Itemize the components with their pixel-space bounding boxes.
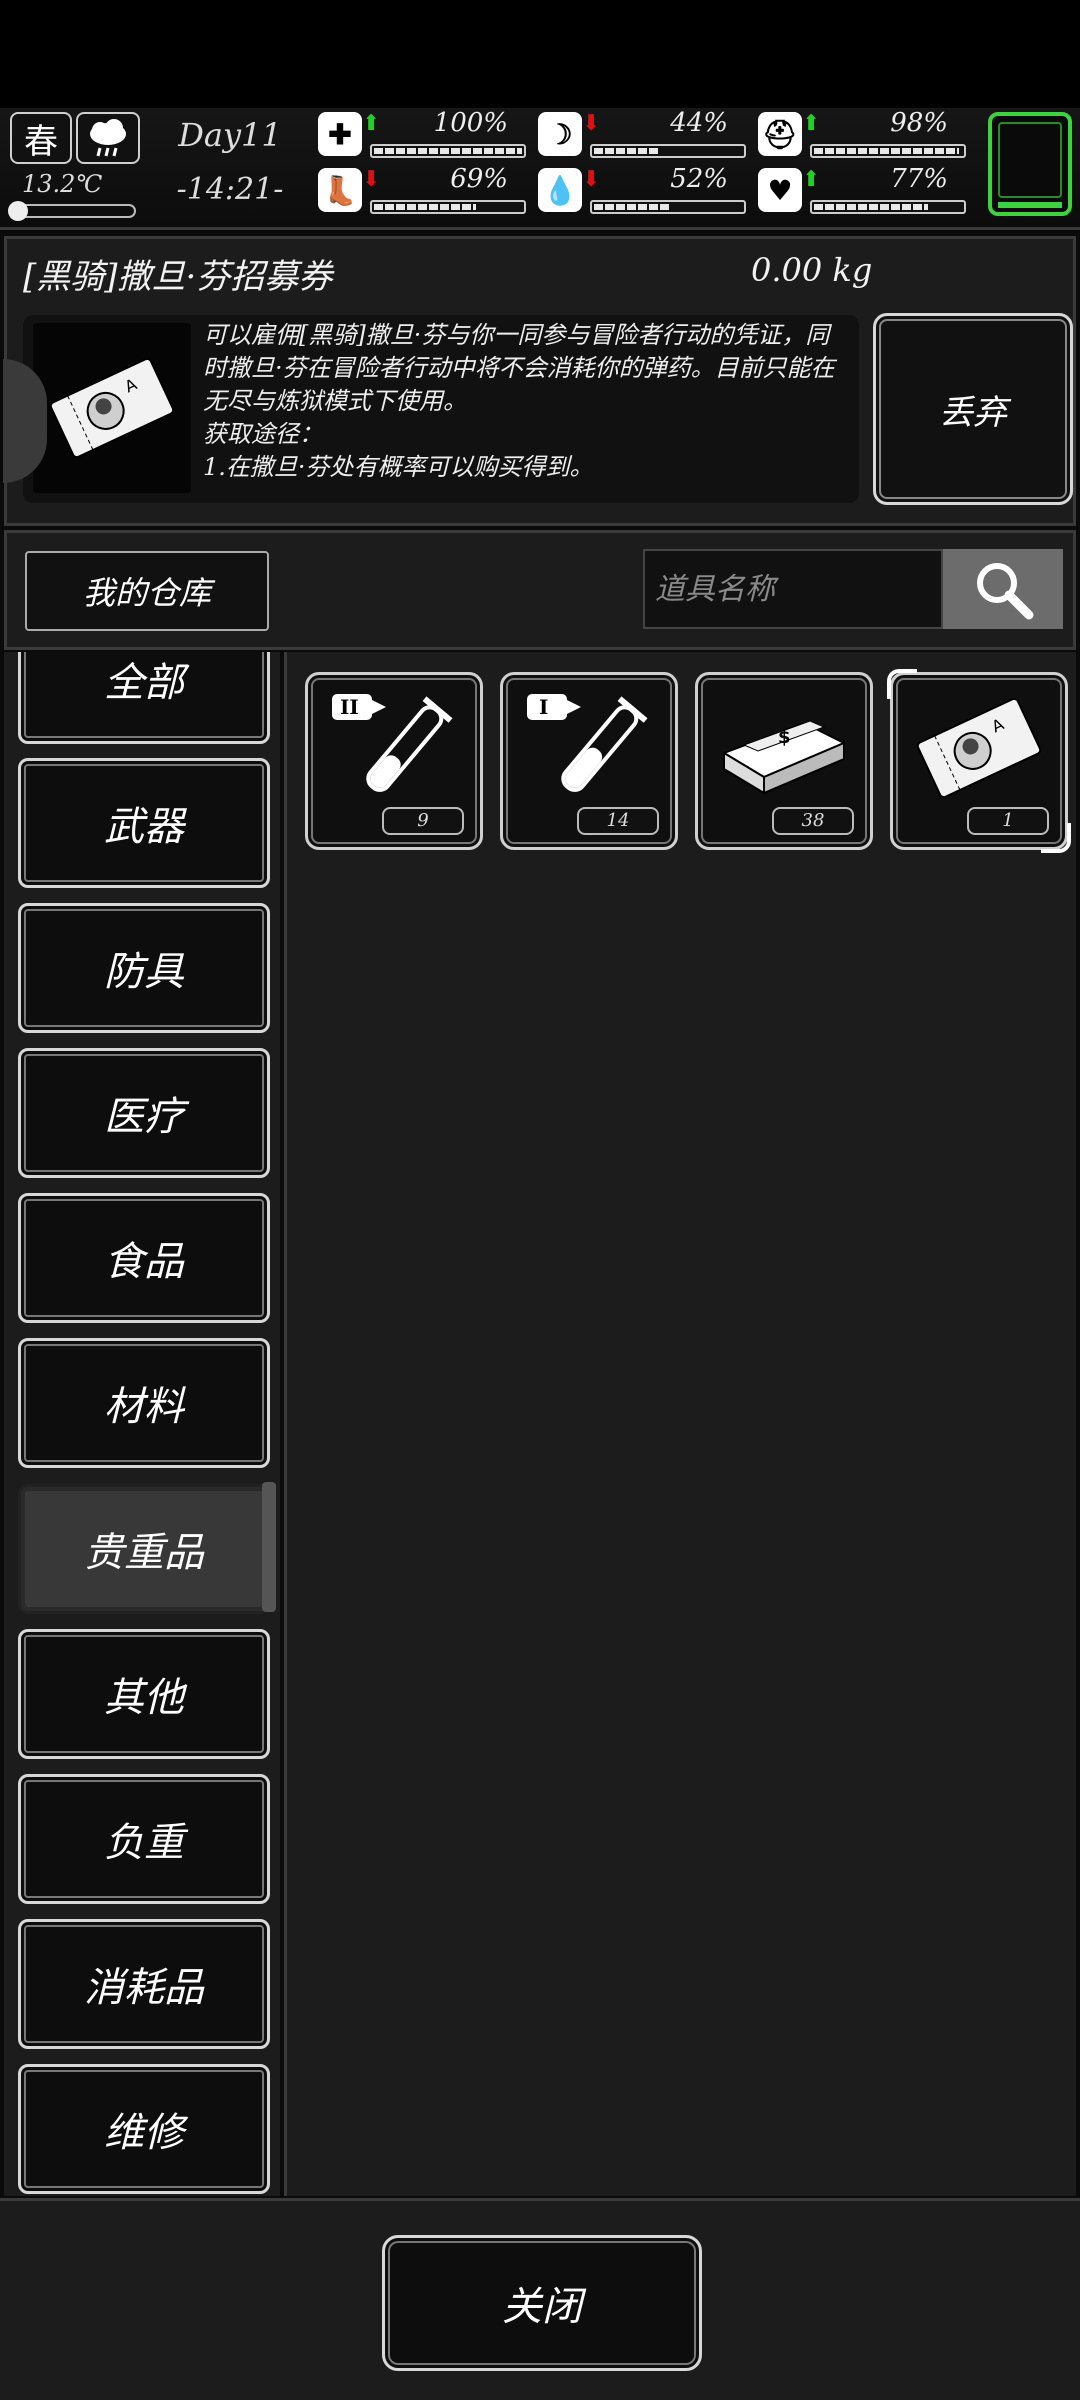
warehouse-search-row: 我的仓库 [4,530,1076,650]
category-sidebar[interactable]: 全部 武器 防具 医疗 食品 材料 贵重品 其他 负重 消耗品 维修 [4,652,280,2196]
bottom-bar: 关闭 [0,2198,1080,2400]
item-weight: 0.00 kg [751,251,873,289]
top-hud: 春 13.2℃ Day11 -14:21- ✚ ⬆ 100% ☽ ⬇ 44% ⛑… [0,108,1080,230]
stamina-percent: 69% [450,164,508,194]
mood-bar [810,200,966,214]
syringe-ii-icon: II [318,685,470,811]
item-slot[interactable]: II 9 [305,672,483,850]
item-search-input[interactable] [643,549,943,629]
ticket-icon: A [903,685,1055,811]
category-consumables[interactable]: 消耗品 [18,1919,270,2049]
boot-icon: 👢 [318,168,362,212]
item-count: 14 [577,807,659,835]
stamina-bar [370,200,526,214]
category-repair[interactable]: 维修 [18,2064,270,2194]
my-warehouse-button[interactable]: 我的仓库 [25,551,269,631]
item-count: 9 [382,807,464,835]
category-all[interactable]: 全部 [18,652,270,744]
trend-up-icon: ⬆ [802,110,821,136]
helmet-icon: ⛑ [758,112,802,156]
category-valuables[interactable]: 贵重品 [18,1484,270,1614]
stamina-stat: 👢 ⬇ 69% [318,164,528,218]
search-icon[interactable] [943,549,1063,629]
category-medical[interactable]: 医疗 [18,1048,270,1178]
trend-down-icon: ⬇ [362,166,381,192]
svg-text:II: II [340,695,359,719]
ticket-icon: A [33,323,191,493]
mood-stat: ♥ ⬆ 77% [758,164,968,218]
thirst-stat: 💧 ⬇ 52% [538,164,748,218]
item-title: [黑骑]撒旦·芬招募券 [23,257,333,297]
rain-cloud-icon [76,112,140,164]
thirst-percent: 52% [670,164,728,194]
system-status-bar [0,0,1080,108]
day-label: Day11 [178,116,282,154]
category-weapons[interactable]: 武器 [18,758,270,888]
temperature-gauge [8,201,136,221]
item-slot-selected[interactable]: A 1 [887,669,1071,853]
quick-slot[interactable] [988,112,1072,216]
time-label: -14:21- [176,172,284,207]
health-stat: ✚ ⬆ 100% [318,108,528,162]
hunger-stat: ☽ ⬇ 44% [538,108,748,162]
temperature-label: 13.2℃ [22,170,103,198]
hunger-bar [590,144,746,158]
sidebar-scrollbar[interactable] [262,1482,276,1612]
mood-percent: 77% [890,164,948,194]
item-slot[interactable]: $ 38 [695,672,873,850]
season-badge: 春 [10,112,72,164]
trend-down-icon: ⬇ [582,110,601,136]
trend-up-icon: ⬆ [802,166,821,192]
item-count: 38 [772,807,854,835]
trend-down-icon: ⬇ [582,166,601,192]
health-bar [370,144,526,158]
category-armor[interactable]: 防具 [18,903,270,1033]
category-other[interactable]: 其他 [18,1629,270,1759]
item-grid: II 9 I 14 $ 38 A 1 [284,652,1076,2196]
medkit-icon: ✚ [318,112,362,156]
armor-stat: ⛑ ⬆ 98% [758,108,968,162]
syringe-i-icon: I [513,685,665,811]
armor-percent: 98% [890,108,948,138]
item-slot[interactable]: I 14 [500,672,678,850]
health-percent: 100% [433,108,508,138]
thirst-bar [590,200,746,214]
stomach-icon: ☽ [538,112,582,156]
svg-text:$: $ [778,727,791,748]
item-description: 可以雇佣[黑骑]撒旦·芬与你一同参与冒险者行动的凭证，同时撒旦·芬在冒险者行动中… [203,321,835,481]
discard-button[interactable]: 丢弃 [873,313,1073,505]
cash-bundle-icon: $ [708,685,860,811]
water-drop-icon: 💧 [538,168,582,212]
category-load[interactable]: 负重 [18,1774,270,1904]
armor-bar [810,144,966,158]
svg-text:I: I [539,695,548,719]
item-count: 1 [967,807,1049,835]
hunger-percent: 44% [670,108,728,138]
item-description-card: A 可以雇佣[黑骑]撒旦·芬与你一同参与冒险者行动的凭证，同时撒旦·芬在冒险者行… [23,315,859,503]
close-button[interactable]: 关闭 [382,2235,702,2371]
category-materials[interactable]: 材料 [18,1338,270,1468]
trend-up-icon: ⬆ [362,110,381,136]
heart-icon: ♥ [758,168,802,212]
category-food[interactable]: 食品 [18,1193,270,1323]
item-detail-panel: [黑骑]撒旦·芬招募券 0.00 kg A 可以雇佣[黑骑]撒旦·芬与你一同参与… [3,236,1076,526]
